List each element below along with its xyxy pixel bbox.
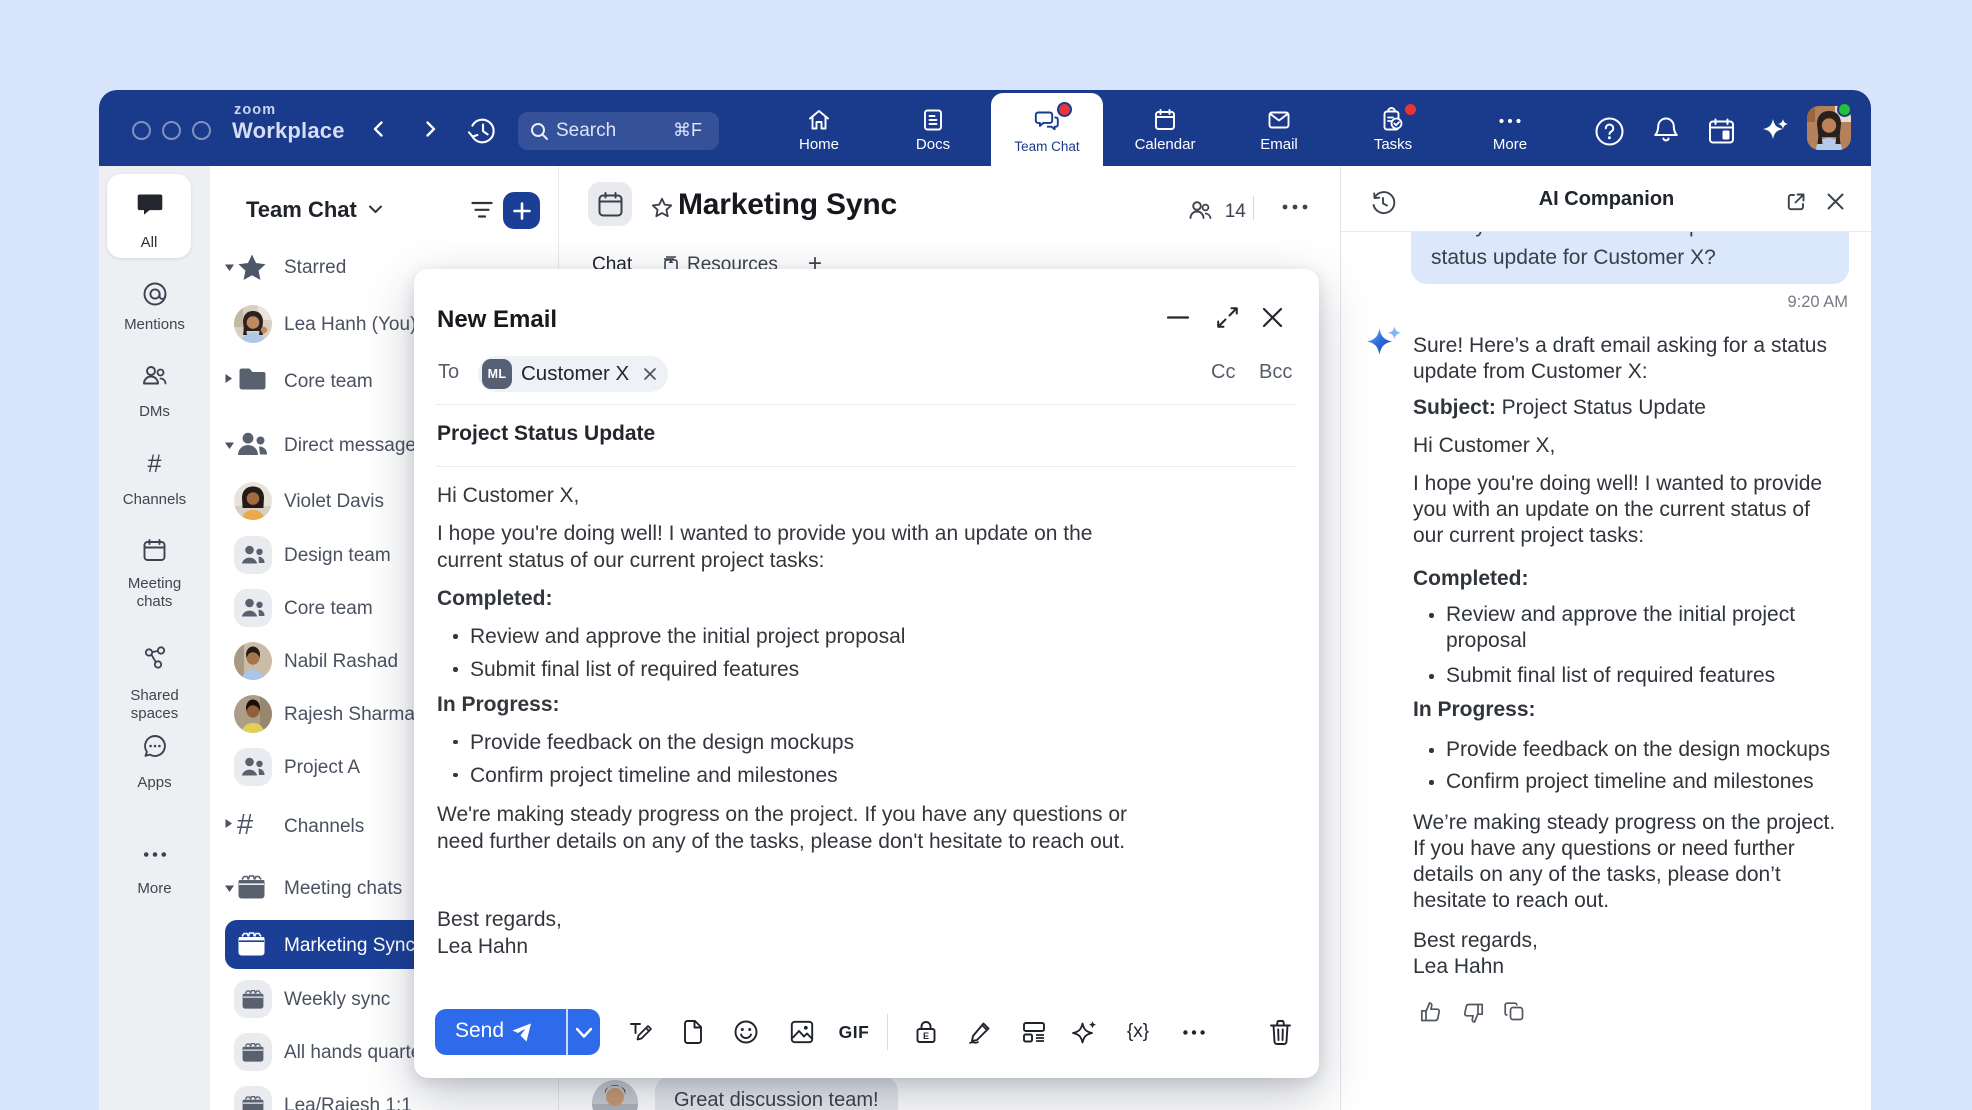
svg-text:E: E <box>923 1031 929 1041</box>
